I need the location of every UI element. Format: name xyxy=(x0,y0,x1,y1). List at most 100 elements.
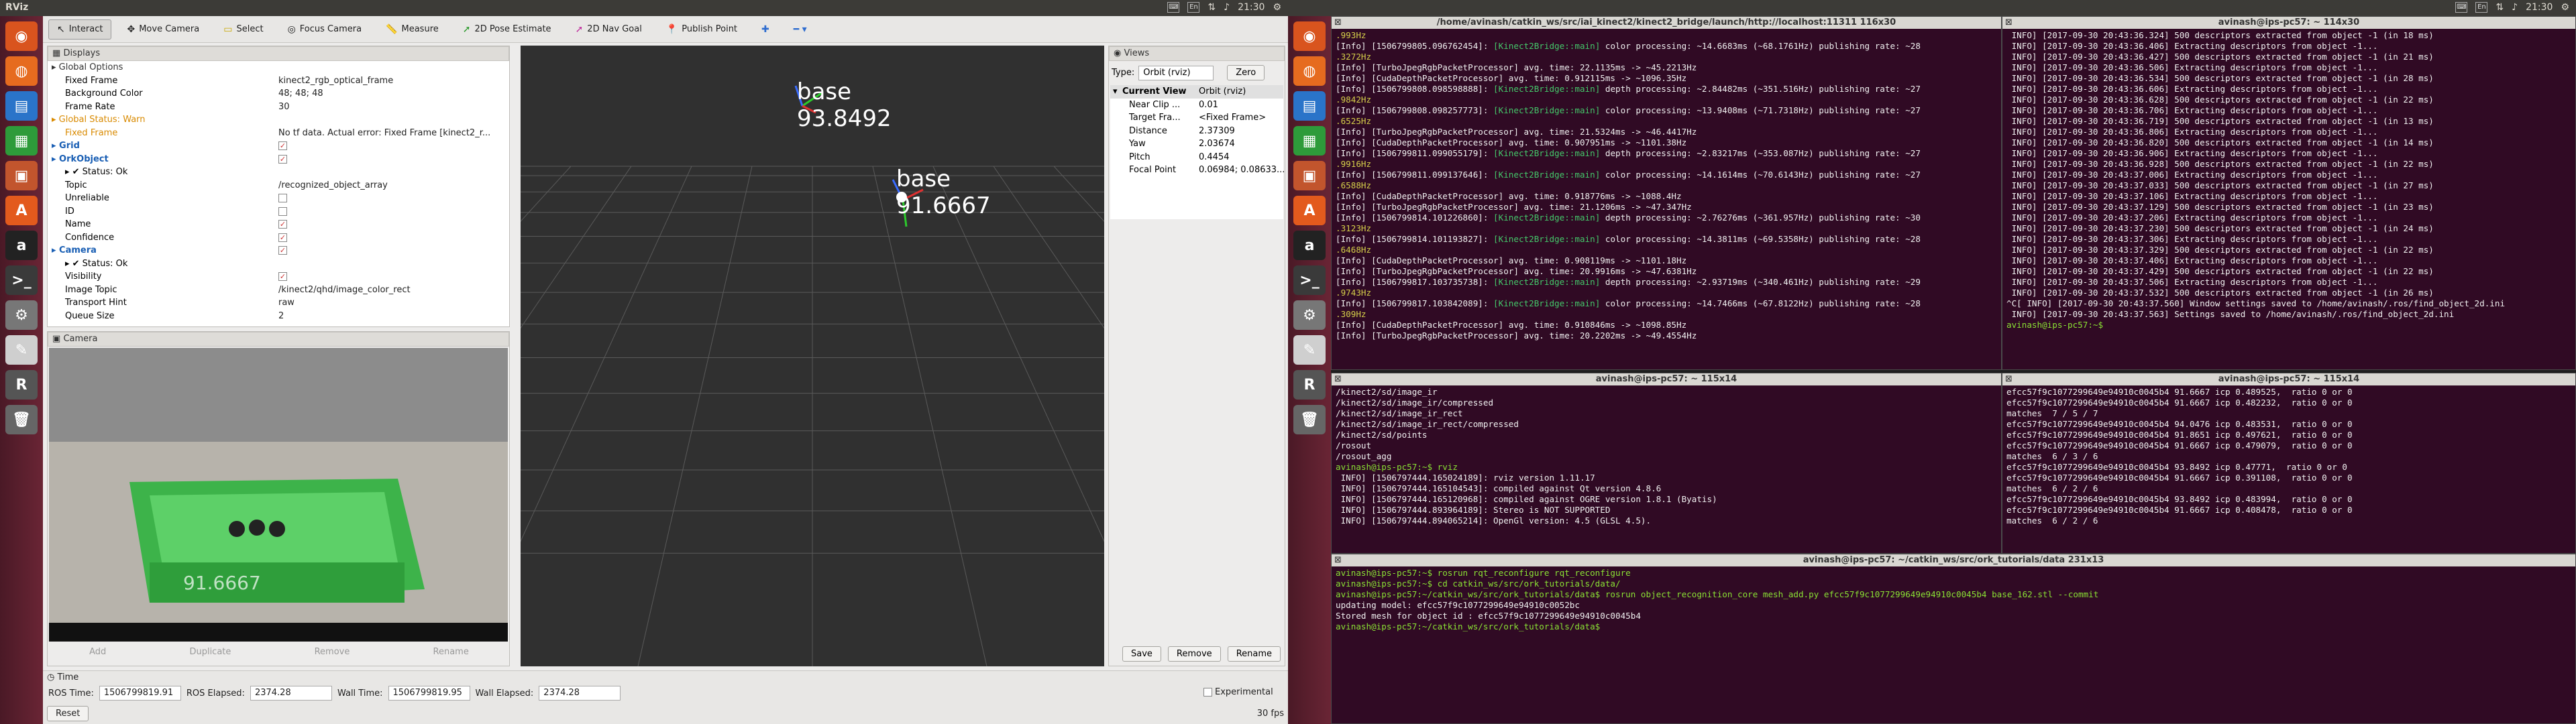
gear-icon[interactable]: ⚙ xyxy=(2561,2,2569,13)
settings-icon[interactable]: ⚙ xyxy=(5,300,38,330)
zero-button[interactable]: Zero xyxy=(1227,65,1265,80)
terminal-icon[interactable]: >_ xyxy=(1293,265,1326,295)
clock-right[interactable]: 21:30 xyxy=(2526,2,2553,13)
trash-icon[interactable]: 🗑 xyxy=(5,405,38,434)
dash-icon[interactable]: ◉ xyxy=(5,21,38,51)
checkbox[interactable]: ✓ xyxy=(278,233,287,242)
terminal-icon[interactable]: >_ xyxy=(5,265,38,295)
view-prop-row[interactable]: Focal Point 0.06984; 0.08633... xyxy=(1110,164,1285,177)
display-row[interactable]: Queue Size 2 xyxy=(48,310,509,323)
remove-view-button[interactable]: Remove xyxy=(1167,646,1221,662)
amazon-icon[interactable]: a xyxy=(1293,231,1326,260)
display-row[interactable]: Name ✓ xyxy=(48,218,509,231)
libreoffice-writer-icon[interactable]: ▤ xyxy=(1293,91,1326,121)
add-tool-button[interactable]: ✚ xyxy=(753,19,778,40)
volume-icon[interactable]: ♪ xyxy=(1224,2,1230,13)
terminal-recognition[interactable]: ⊠ avinash@ips-pc57: ~ 115x14 efcc57f9c107… xyxy=(2002,373,2576,554)
keyboard-icon[interactable]: ⌨ xyxy=(2455,2,2468,13)
view-prop-row[interactable]: Pitch 0.4454 xyxy=(1110,151,1283,164)
display-row[interactable]: Frame Rate 30 xyxy=(48,101,509,114)
ros-time-field[interactable]: 1506799819.91 xyxy=(99,686,181,701)
display-row[interactable]: Topic/recognized_object_array xyxy=(48,179,509,192)
display-row[interactable]: ▸ ✔ Status: Ok xyxy=(48,166,509,179)
close-icon[interactable]: ⊠ xyxy=(1334,17,1342,29)
pose-estimate-tool[interactable]: ➚ 2D Pose Estimate xyxy=(454,19,560,40)
remove-display-button[interactable]: Remove xyxy=(315,647,350,664)
display-row[interactable]: ▸ Grid ✓ xyxy=(48,139,509,153)
network-icon[interactable]: ⇅ xyxy=(2496,2,2504,13)
checkbox[interactable] xyxy=(278,206,287,216)
view-properties[interactable]: ▾ Current View Orbit (rviz) Near Clip ..… xyxy=(1110,85,1285,219)
display-row[interactable]: Unreliable xyxy=(48,192,509,205)
nav-goal-tool[interactable]: ➚ 2D Nav Goal xyxy=(567,19,651,40)
display-row[interactable]: Background Color 48; 48; 48 xyxy=(48,87,509,101)
display-row[interactable]: Image Topic/kinect2/qhd/image_color_rect xyxy=(48,284,509,297)
terminal-rviz[interactable]: ⊠ avinash@ips-pc57: ~ 115x14 /kinect2/sd/… xyxy=(1331,373,2002,554)
libreoffice-calc-icon[interactable]: ▦ xyxy=(5,126,38,156)
view-prop-row[interactable]: Target Fra... <Fixed Frame> xyxy=(1110,111,1283,125)
ubuntu-software-icon[interactable]: A xyxy=(5,196,38,225)
rename-display-button[interactable]: Rename xyxy=(433,647,469,664)
current-view-row[interactable]: ▾ Current View Orbit (rviz) xyxy=(1110,85,1283,99)
view-prop-row[interactable]: Near Clip ... 0.01 xyxy=(1110,99,1283,112)
display-row[interactable]: ▸ OrkObject ✓ xyxy=(48,153,509,166)
trash-icon[interactable]: 🗑 xyxy=(1293,405,1326,434)
volume-icon[interactable]: ♪ xyxy=(2512,2,2518,13)
libreoffice-writer-icon[interactable]: ▤ xyxy=(5,91,38,121)
display-row[interactable]: Transport Hint raw xyxy=(48,296,509,310)
checkbox[interactable] xyxy=(278,194,287,203)
checkbox[interactable]: ✓ xyxy=(278,246,287,255)
display-row[interactable]: Confidence ✓ xyxy=(48,231,509,245)
wall-elapsed-field[interactable]: 2374.28 xyxy=(539,686,621,701)
close-icon[interactable]: ⊠ xyxy=(1334,373,1342,385)
display-row[interactable]: Fixed Frame No tf data. Actual error: Fix… xyxy=(48,127,509,140)
wall-time-field[interactable]: 1506799819.95 xyxy=(388,686,470,701)
gear-icon[interactable]: ⚙ xyxy=(1273,2,1281,13)
view-prop-row[interactable]: Distance 2.37309 xyxy=(1110,125,1283,138)
display-row[interactable]: Fixed Frame kinect2_rgb_optical_frame xyxy=(48,74,509,88)
close-icon[interactable]: ⊠ xyxy=(1334,554,1342,566)
display-row[interactable]: ▸ Global Status: Warn xyxy=(48,113,509,127)
checkbox[interactable]: ✓ xyxy=(278,154,287,164)
rename-view-button[interactable]: Rename xyxy=(1227,646,1281,662)
texteditor-icon[interactable]: ✎ xyxy=(1293,335,1326,365)
save-view-button[interactable]: Save xyxy=(1122,646,1161,662)
language-indicator-icon[interactable]: En xyxy=(2475,2,2488,13)
measure-tool[interactable]: 📏 Measure xyxy=(377,19,447,40)
amazon-icon[interactable]: a xyxy=(5,231,38,260)
display-row[interactable]: Visibility ✓ xyxy=(48,270,509,284)
reset-button[interactable]: Reset xyxy=(47,706,89,721)
duplicate-display-button[interactable]: Duplicate xyxy=(189,647,231,664)
settings-icon[interactable]: ⚙ xyxy=(1293,300,1326,330)
display-row[interactable]: ▸ Global Options xyxy=(48,61,509,74)
libreoffice-impress-icon[interactable]: ▣ xyxy=(1293,161,1326,190)
checkbox[interactable]: ✓ xyxy=(278,141,287,151)
remove-tool-button[interactable]: ━ ▾ xyxy=(785,19,816,40)
interact-tool[interactable]: ↖ Interact xyxy=(48,19,112,40)
firefox-icon[interactable]: ◍ xyxy=(1293,56,1326,86)
ubuntu-software-icon[interactable]: A xyxy=(1293,196,1326,225)
focus-camera-tool[interactable]: ◎ Focus Camera xyxy=(279,19,371,40)
add-display-button[interactable]: Add xyxy=(89,647,106,664)
texteditor-icon[interactable]: ✎ xyxy=(5,335,38,365)
experimental-checkbox[interactable] xyxy=(1203,688,1212,697)
libreoffice-calc-icon[interactable]: ▦ xyxy=(1293,126,1326,156)
rviz-icon[interactable]: R xyxy=(1293,370,1326,400)
network-icon[interactable]: ⇅ xyxy=(1208,2,1216,13)
terminal-kinect2-bridge[interactable]: ⊠ /home/avinash/catkin_ws/src/iai_kinect2… xyxy=(1331,16,2002,370)
view-type-select[interactable]: Orbit (rviz) xyxy=(1138,65,1214,80)
select-tool[interactable]: ▭ Select xyxy=(215,19,272,40)
libreoffice-impress-icon[interactable]: ▣ xyxy=(5,161,38,190)
firefox-icon[interactable]: ◍ xyxy=(5,56,38,86)
close-icon[interactable]: ⊠ xyxy=(2005,373,2012,385)
display-row[interactable]: ▸ Camera ✓ xyxy=(48,244,509,257)
display-row[interactable]: ID xyxy=(48,205,509,219)
clock[interactable]: 21:30 xyxy=(1238,2,1265,13)
terminal-ork-data[interactable]: ⊠ avinash@ips-pc57: ~/catkin_ws/src/ork_t… xyxy=(1331,554,2576,724)
display-row[interactable]: ▸ ✔ Status: Ok xyxy=(48,257,509,271)
close-icon[interactable]: ⊠ xyxy=(2005,17,2012,29)
view-prop-row[interactable]: Yaw 2.03674 xyxy=(1110,137,1283,151)
terminal-find-object[interactable]: ⊠ avinash@ips-pc57: ~ 114x30 INFO] [2017-… xyxy=(2002,16,2576,370)
checkbox[interactable]: ✓ xyxy=(278,272,287,282)
keyboard-icon[interactable]: ⌨ xyxy=(1167,2,1180,13)
